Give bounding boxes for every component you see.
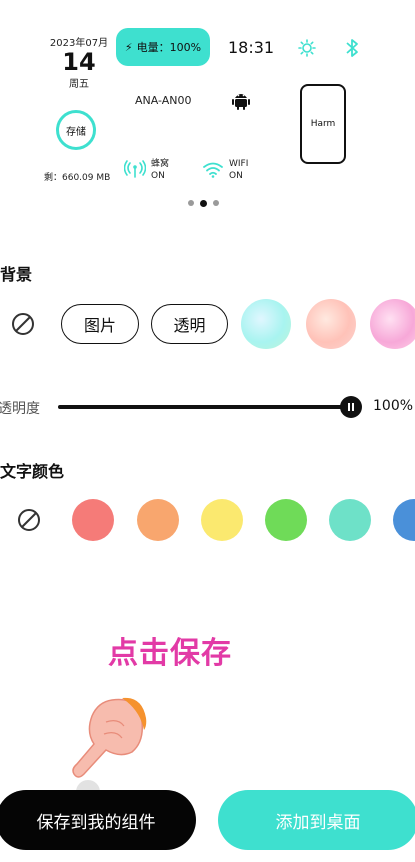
date-block: 2023年07月 14 周五 <box>48 34 110 90</box>
wifi-icon <box>203 162 223 178</box>
cellular-label: 蜂窝 <box>151 159 170 169</box>
android-icon <box>232 94 250 110</box>
wifi-label: WIFI <box>229 159 249 169</box>
storage-ring: 存储 <box>56 110 96 150</box>
wifi-state: ON <box>229 171 243 181</box>
lightning-icon: ⚡ <box>124 40 133 54</box>
text-color-swatch-yellow[interactable] <box>201 499 243 541</box>
opacity-label: 透明度 <box>0 401 40 417</box>
cellular-signal-icon <box>124 160 146 178</box>
no-background-icon[interactable] <box>11 312 35 336</box>
date-day: 14 <box>62 48 96 76</box>
page-dot-active[interactable] <box>200 199 207 207</box>
bluetooth-icon <box>346 39 358 57</box>
picture-chip-label: 图片 <box>83 316 116 335</box>
date-year-month: 2023年07月 <box>49 38 109 49</box>
text-color-swatch-red[interactable] <box>72 499 114 541</box>
background-swatch[interactable] <box>306 299 356 349</box>
widget-preview[interactable]: 2023年07月 14 周五 ⚡ 电量：100% 18:31 ANA-AN00 … <box>40 18 380 198</box>
background-swatch[interactable] <box>370 299 415 349</box>
background-section-title: 背景 <box>0 265 33 284</box>
page-dot[interactable] <box>213 200 219 206</box>
transparent-chip[interactable]: 透明 <box>151 304 228 344</box>
opacity-slider-track[interactable] <box>58 405 348 409</box>
storage-remaining: 剩：660.09 MB <box>44 173 111 183</box>
phone-preview: Harm <box>300 84 346 164</box>
no-text-color-icon[interactable] <box>17 508 41 532</box>
background-swatch[interactable] <box>241 299 291 349</box>
text-color-swatch-green[interactable] <box>265 499 307 541</box>
text-color-swatch-orange[interactable] <box>137 499 179 541</box>
save-to-my-widgets-button[interactable]: 保存到我的组件 <box>0 790 196 850</box>
page-indicator[interactable] <box>188 199 219 207</box>
text-color-swatch-blue[interactable] <box>393 499 415 541</box>
device-model: ANA-AN00 <box>135 94 192 107</box>
storage-label: 存储 <box>66 126 86 138</box>
cellular-state: ON <box>151 171 165 181</box>
clock-time: 18:31 <box>228 38 275 57</box>
opacity-slider-thumb[interactable] <box>340 396 362 418</box>
sun-icon <box>298 39 316 57</box>
page-dot[interactable] <box>188 200 194 206</box>
transparent-chip-label: 透明 <box>173 316 206 335</box>
opacity-value: 100% <box>373 398 414 414</box>
add-button-label: 添加到桌面 <box>275 812 361 833</box>
tutorial-hint: 点击保存 <box>108 636 232 671</box>
wifi-status: WIFI ON <box>229 158 248 182</box>
cellular-status: 蜂窝 ON <box>151 158 169 182</box>
battery-text: 电量：100% <box>136 41 202 54</box>
battery-pill: ⚡ 电量：100% <box>116 28 210 66</box>
add-to-desktop-button[interactable]: 添加到桌面 <box>218 790 415 850</box>
text-color-section-title: 文字颜色 <box>0 462 65 481</box>
save-button-label: 保存到我的组件 <box>36 812 156 833</box>
phone-label: Harm <box>310 119 336 129</box>
picture-chip[interactable]: 图片 <box>61 304 139 344</box>
pointing-hand-icon <box>72 697 147 792</box>
text-color-swatch-teal[interactable] <box>329 499 371 541</box>
date-weekday: 周五 <box>69 79 89 90</box>
